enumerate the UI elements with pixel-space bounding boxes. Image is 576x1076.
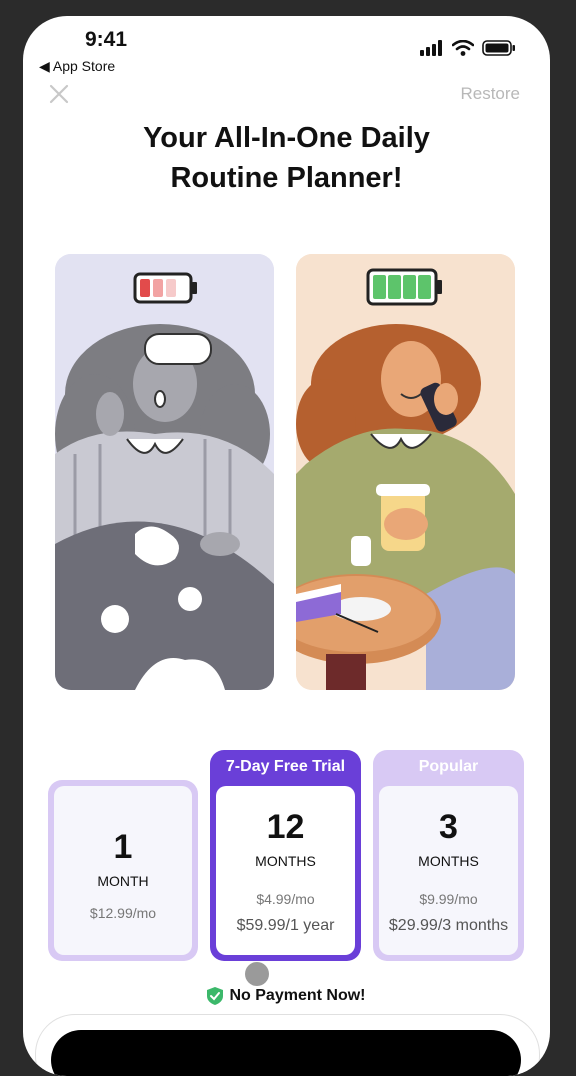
close-button[interactable] bbox=[47, 82, 71, 106]
continue-button[interactable] bbox=[51, 1030, 521, 1076]
restore-button[interactable]: Restore bbox=[460, 84, 520, 104]
energetic-illustration-card bbox=[296, 254, 515, 690]
page-indicator-dot bbox=[245, 962, 269, 986]
no-payment-text: No Payment Now! bbox=[229, 987, 366, 1004]
status-icons bbox=[420, 40, 516, 56]
plan-12-months[interactable]: 7-Day Free Trial 12 MONTHS $4.99/mo $59.… bbox=[210, 750, 361, 961]
page-title: Your All-In-One Daily Routine Planner! bbox=[23, 118, 550, 198]
energetic-person-illustration bbox=[296, 254, 515, 690]
plans-section: 1 MONTH $12.99/mo 7-Day Free Trial 12 MO… bbox=[23, 750, 550, 970]
status-time: 9:41 bbox=[85, 28, 128, 51]
free-trial-badge: 7-Day Free Trial bbox=[225, 758, 346, 775]
battery-low-icon bbox=[133, 272, 197, 304]
plan-unit: MONTHS bbox=[255, 853, 316, 869]
plan-1-month-body: 1 MONTH $12.99/mo bbox=[54, 786, 192, 955]
plan-12-months-body: 12 MONTHS $4.99/mo $59.99/1 year bbox=[216, 786, 355, 955]
plan-number: 1 bbox=[113, 828, 133, 866]
title-line-1: Your All-In-One Daily bbox=[143, 122, 430, 154]
tired-person-illustration bbox=[55, 254, 274, 690]
plan-number: 3 bbox=[439, 808, 458, 846]
battery-full-icon bbox=[366, 268, 442, 306]
shield-check-icon bbox=[207, 987, 224, 1005]
phone-screen: 9:41 ◀ App Store Restore Your All-In-One… bbox=[23, 16, 550, 1076]
popular-badge: Popular bbox=[418, 758, 479, 775]
plan-price-per-month: $4.99/mo bbox=[256, 891, 315, 907]
battery-icon bbox=[482, 40, 515, 56]
signal-icon bbox=[420, 40, 442, 56]
plan-total-price: $59.99/1 year bbox=[236, 917, 335, 934]
title-line-2: Routine Planner! bbox=[170, 162, 403, 194]
plan-3-months[interactable]: Popular 3 MONTHS $9.99/mo $29.99/3 month… bbox=[373, 750, 524, 961]
plan-price-per-month: $9.99/mo bbox=[419, 891, 478, 907]
plan-unit: MONTHS bbox=[418, 853, 479, 869]
plan-price-per-month: $12.99/mo bbox=[89, 905, 157, 921]
tired-illustration-card bbox=[55, 254, 274, 690]
wifi-icon bbox=[452, 40, 474, 56]
plan-total-price: $29.99/3 months bbox=[388, 917, 509, 934]
plan-unit: MONTH bbox=[97, 873, 149, 889]
no-payment-notice: No Payment Now! bbox=[23, 987, 550, 1005]
plan-1-month[interactable]: 1 MONTH $12.99/mo bbox=[48, 780, 198, 961]
plan-number: 12 bbox=[266, 808, 305, 846]
back-to-app-store-link[interactable]: ◀ App Store bbox=[39, 58, 115, 75]
plan-3-months-body: 3 MONTHS $9.99/mo $29.99/3 months bbox=[379, 786, 518, 955]
close-icon bbox=[49, 84, 69, 104]
